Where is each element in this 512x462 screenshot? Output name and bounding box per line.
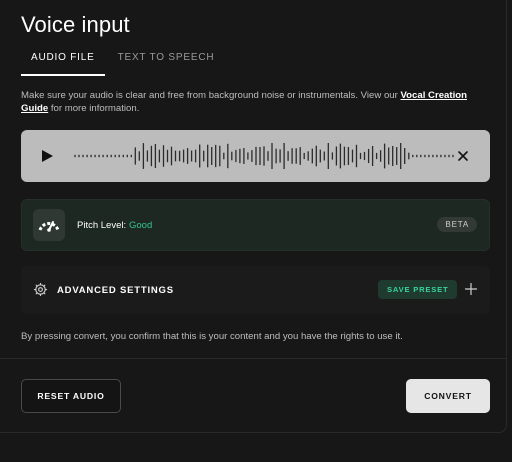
page-title: Voice input (21, 12, 130, 37)
voice-input-panel: Voice input AUDIO FILE TEXT TO SPEECH Ma… (0, 0, 507, 433)
plus-icon[interactable] (464, 282, 478, 296)
pitch-level-label: Pitch Level: (77, 220, 127, 231)
audio-player (21, 130, 490, 182)
save-preset-button[interactable]: SAVE PRESET (378, 280, 458, 299)
audio-guidance-text: Make sure your audio is clear and free f… (21, 89, 491, 115)
waveform[interactable] (73, 140, 455, 172)
guidance-prefix: Make sure your audio is clear and free f… (21, 90, 401, 101)
tab-audio-file[interactable]: AUDIO FILE (21, 44, 105, 76)
advanced-settings-row[interactable]: ADVANCED SETTINGS SAVE PRESET (21, 266, 490, 314)
gear-icon (33, 282, 48, 297)
advanced-settings-label: ADVANCED SETTINGS (57, 285, 174, 296)
consent-text: By pressing convert, you confirm that th… (21, 331, 403, 342)
pitch-level-value: Good (129, 220, 153, 231)
guidance-suffix: for more information. (48, 103, 140, 114)
convert-button[interactable]: CONVERT (406, 379, 490, 413)
pitch-level-card: Pitch Level: Good BETA (21, 199, 490, 251)
gauge-icon (33, 209, 65, 241)
play-icon[interactable] (42, 150, 53, 162)
tab-bar: AUDIO FILE TEXT TO SPEECH (21, 44, 225, 76)
beta-badge: BETA (437, 217, 477, 232)
footer-divider (0, 358, 506, 359)
reset-audio-button[interactable]: RESET AUDIO (21, 379, 121, 413)
close-icon[interactable] (455, 148, 471, 164)
tab-text-to-speech[interactable]: TEXT TO SPEECH (108, 44, 225, 74)
